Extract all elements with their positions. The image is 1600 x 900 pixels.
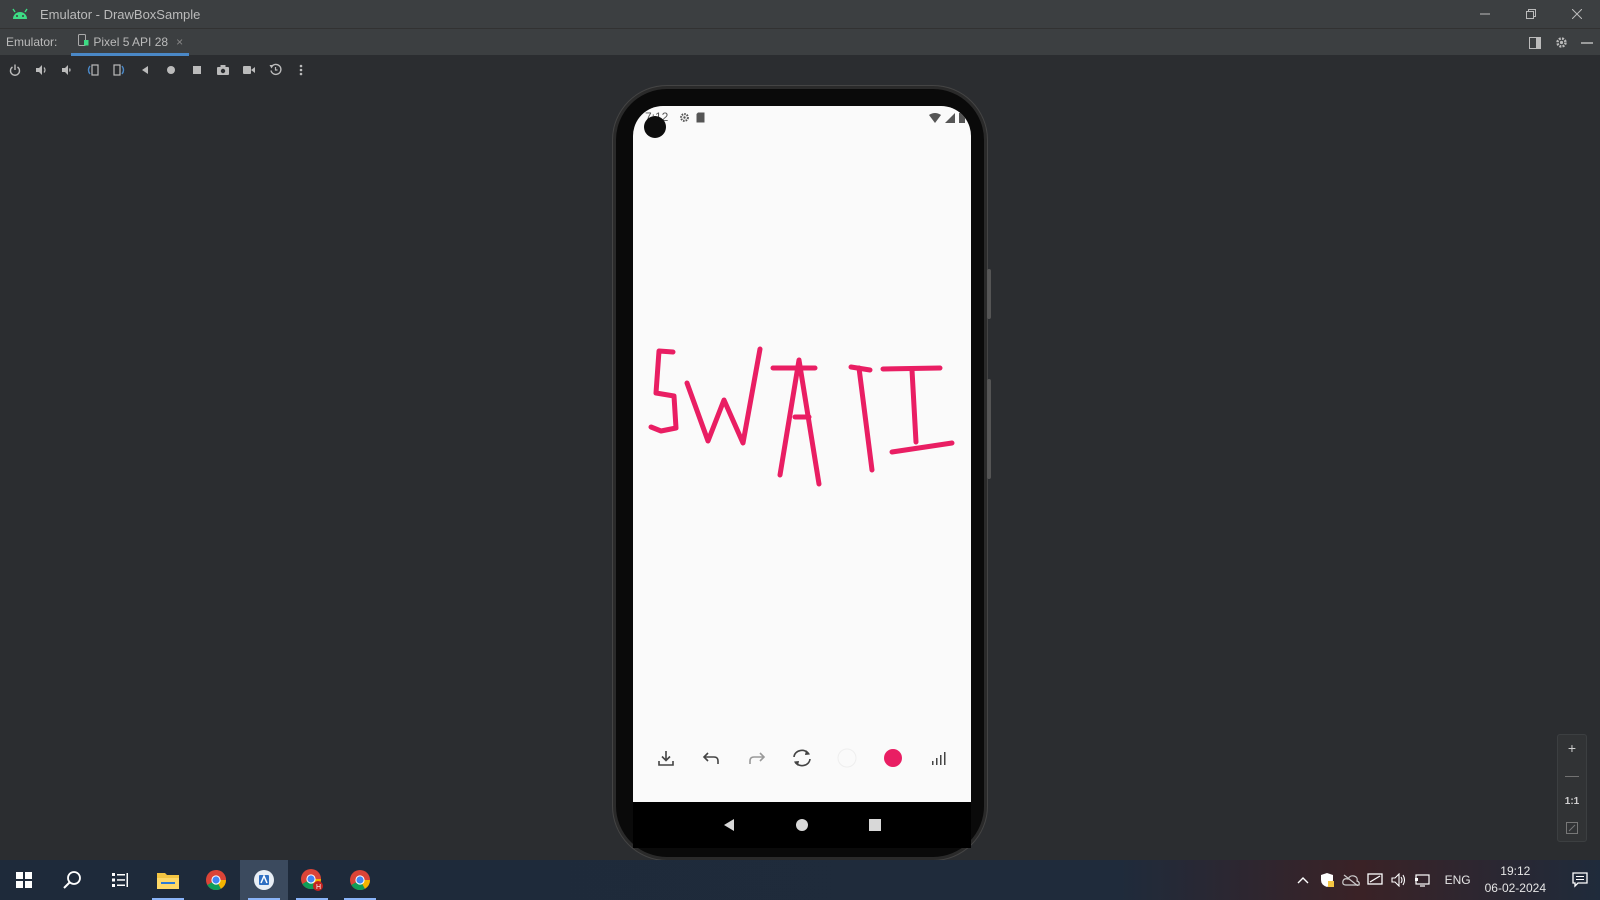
file-explorer-icon[interactable] bbox=[144, 860, 192, 900]
power-button bbox=[987, 269, 991, 319]
emulator-display-area: 7:12 bbox=[0, 84, 1600, 860]
task-view-icon[interactable] bbox=[96, 860, 144, 900]
screen-record-icon[interactable] bbox=[236, 57, 262, 83]
android-nav-bar bbox=[633, 802, 971, 848]
actual-size-button[interactable]: 1:1 bbox=[1560, 790, 1584, 812]
hide-panel-icon[interactable] bbox=[1574, 29, 1600, 56]
windows-taskbar: H ENG 19:12 06-02-2024 bbox=[0, 860, 1600, 900]
fit-screen-icon[interactable] bbox=[1560, 817, 1584, 839]
clock-date: 06-02-2024 bbox=[1484, 881, 1546, 895]
snapshot-icon[interactable] bbox=[262, 57, 288, 83]
chrome-second-icon[interactable] bbox=[336, 860, 384, 900]
emulator-label: Emulator: bbox=[6, 35, 58, 49]
chrome-icon[interactable] bbox=[192, 860, 240, 900]
chrome-profile-h-icon[interactable]: H bbox=[288, 860, 336, 900]
tab-close-icon[interactable]: × bbox=[176, 35, 183, 49]
gear-icon[interactable] bbox=[1548, 29, 1574, 56]
emulator-tab-bar: Emulator: Pixel 5 API 28 × bbox=[0, 28, 1600, 56]
reset-icon[interactable] bbox=[785, 741, 819, 775]
zoom-in-button[interactable]: + bbox=[1560, 737, 1584, 759]
zoom-out-button[interactable]: — bbox=[1560, 764, 1584, 786]
redo-icon[interactable] bbox=[740, 741, 774, 775]
drawbox-toolbar bbox=[633, 736, 971, 780]
drawing-canvas[interactable] bbox=[633, 106, 971, 802]
close-button[interactable] bbox=[1554, 0, 1600, 28]
nav-back-icon[interactable] bbox=[714, 810, 744, 840]
notification-icon[interactable] bbox=[1560, 860, 1600, 900]
clock[interactable]: 19:12 06-02-2024 bbox=[1485, 863, 1546, 897]
language-indicator[interactable]: ENG bbox=[1445, 873, 1471, 887]
system-tray: ENG 19:12 06-02-2024 bbox=[1291, 860, 1600, 900]
battery-icon bbox=[959, 110, 965, 128]
volume-up-icon[interactable] bbox=[28, 57, 54, 83]
rotate-right-icon[interactable] bbox=[106, 57, 132, 83]
sd-card-icon bbox=[696, 110, 705, 128]
tab-pixel-5[interactable]: Pixel 5 API 28 × bbox=[71, 29, 189, 56]
device-icon bbox=[77, 33, 89, 51]
display-icon[interactable] bbox=[1363, 860, 1387, 900]
restore-button[interactable] bbox=[1508, 0, 1554, 28]
handwritten-swati bbox=[648, 346, 955, 487]
onedrive-icon[interactable] bbox=[1339, 860, 1363, 900]
more-icon[interactable] bbox=[288, 57, 314, 83]
title-bar: Emulator - DrawBoxSample bbox=[0, 0, 1600, 28]
android-studio-icon bbox=[0, 0, 40, 28]
window-title: Emulator - DrawBoxSample bbox=[40, 6, 201, 22]
undo-icon[interactable] bbox=[694, 741, 728, 775]
wifi-icon bbox=[929, 110, 941, 128]
svg-text:H: H bbox=[316, 884, 321, 891]
settings-notification-icon bbox=[679, 110, 690, 128]
emulator-toolbar bbox=[0, 56, 1600, 84]
status-bar: 7:12 bbox=[633, 106, 971, 138]
power-icon[interactable] bbox=[2, 57, 28, 83]
speaker-icon[interactable] bbox=[1387, 860, 1411, 900]
search-icon[interactable] bbox=[48, 860, 96, 900]
rotate-left-icon[interactable] bbox=[80, 57, 106, 83]
front-camera-hole bbox=[644, 116, 666, 138]
chevron-up-icon[interactable] bbox=[1291, 860, 1315, 900]
zoom-panel: + — 1:1 bbox=[1557, 734, 1587, 842]
security-shield-icon[interactable] bbox=[1315, 860, 1339, 900]
screenshot-icon[interactable] bbox=[210, 57, 236, 83]
android-studio-taskbar-icon[interactable] bbox=[240, 860, 288, 900]
clock-time: 19:12 bbox=[1500, 864, 1531, 878]
network-icon[interactable] bbox=[1411, 860, 1435, 900]
home-icon[interactable] bbox=[158, 57, 184, 83]
windows-start-icon[interactable] bbox=[0, 860, 48, 900]
volume-rocker bbox=[987, 379, 991, 479]
stroke-width-icon[interactable] bbox=[921, 741, 955, 775]
layout-icon[interactable] bbox=[1522, 29, 1548, 56]
nav-recents-icon[interactable] bbox=[860, 810, 890, 840]
overview-icon[interactable] bbox=[184, 57, 210, 83]
volume-down-icon[interactable] bbox=[54, 57, 80, 83]
phone-frame: 7:12 bbox=[613, 86, 991, 860]
background-color-icon[interactable] bbox=[830, 741, 864, 775]
stroke-color-icon[interactable] bbox=[876, 741, 910, 775]
back-icon[interactable] bbox=[132, 57, 158, 83]
nav-home-icon[interactable] bbox=[787, 810, 817, 840]
minimize-button[interactable] bbox=[1462, 0, 1508, 28]
tab-label: Pixel 5 API 28 bbox=[93, 35, 169, 49]
signal-icon bbox=[945, 110, 955, 128]
phone-screen[interactable]: 7:12 bbox=[633, 106, 971, 802]
download-icon[interactable] bbox=[649, 741, 683, 775]
